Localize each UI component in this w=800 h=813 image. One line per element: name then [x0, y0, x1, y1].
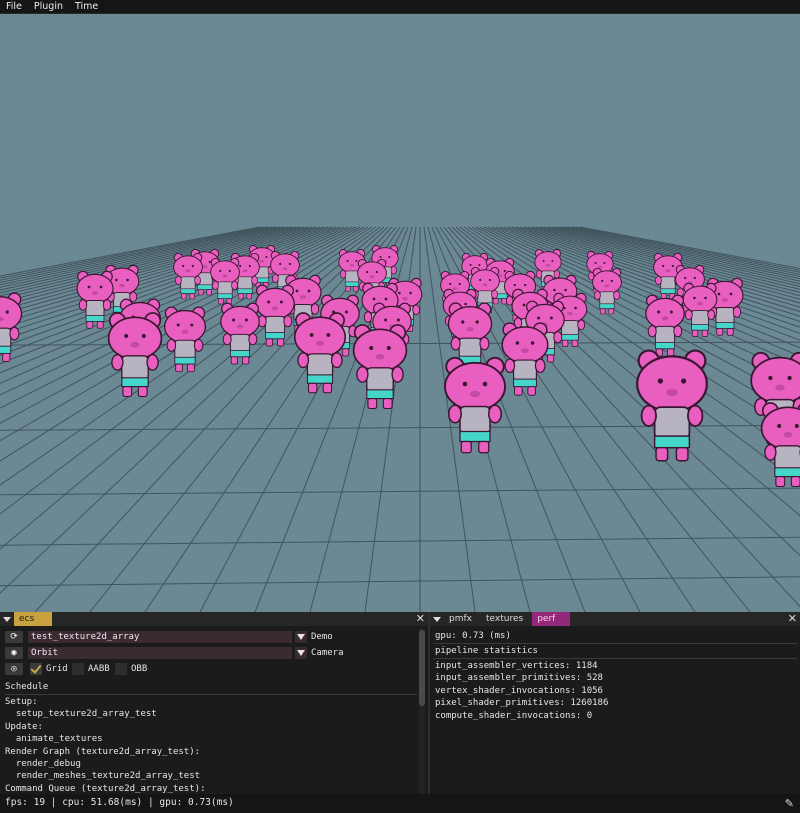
render-viewport[interactable] — [0, 14, 800, 612]
stat-line: pixel_shader_primitives: 1260186 — [435, 698, 609, 708]
camera-icon[interactable]: ◉ — [5, 647, 23, 659]
aabb-checkbox[interactable] — [72, 663, 84, 675]
schedule-line: animate_textures — [5, 734, 103, 744]
menu-bar: File Plugin Time — [0, 0, 800, 14]
status-bar: fps: 19 | cpu: 51.68(ms) | gpu: 0.73(ms)… — [0, 794, 800, 813]
pencil-icon[interactable]: ✎ — [785, 797, 794, 810]
schedule-line: setup_texture2d_array_test — [5, 709, 157, 719]
camera-select[interactable]: Orbit — [28, 647, 292, 659]
demo-label: Demo — [311, 632, 333, 642]
obb-checkbox[interactable] — [115, 663, 127, 675]
tab-menu-icon[interactable] — [430, 612, 444, 626]
tab-ecs[interactable]: ecs — [14, 612, 52, 626]
stat-line: vertex_shader_invocations: 1056 — [435, 686, 603, 696]
schedule-line: Setup: — [5, 697, 38, 707]
chevron-down-icon[interactable] — [295, 631, 307, 643]
scene-canvas — [0, 14, 800, 612]
schedule-heading[interactable]: Schedule — [5, 681, 48, 693]
divider — [433, 643, 797, 644]
tab-textures[interactable]: textures — [481, 612, 528, 626]
ecs-tabbar: ecs ✕ — [0, 612, 428, 626]
refresh-icon[interactable]: ⟳ — [5, 631, 23, 643]
schedule-line: Update: — [5, 722, 43, 732]
grid-label: Grid — [46, 664, 68, 674]
camera-label: Camera — [311, 648, 344, 658]
divider — [5, 694, 417, 695]
eye-icon[interactable]: ◎ — [5, 663, 23, 675]
aabb-label: AABB — [88, 664, 110, 674]
close-icon[interactable]: ✕ — [416, 612, 425, 626]
tab-menu-icon[interactable] — [0, 612, 14, 626]
stat-line: input_assembler_primitives: 528 — [435, 673, 603, 683]
menu-time[interactable]: Time — [69, 0, 104, 13]
status-text: fps: 19 | cpu: 51.68(ms) | gpu: 0.73(ms) — [5, 797, 234, 808]
schedule-line: render_meshes_texture2d_array_test — [5, 771, 201, 781]
gpu-readout: gpu: 0.73 (ms) — [435, 631, 511, 641]
ecs-scrollbar[interactable] — [419, 628, 425, 794]
stat-line: input_assembler_vertices: 1184 — [435, 661, 598, 671]
close-icon[interactable]: ✕ — [788, 612, 797, 626]
perf-tabbar: pmfx textures perf ✕ — [430, 612, 800, 626]
stat-line: compute_shader_invocations: 0 — [435, 711, 593, 721]
grid-checkbox[interactable] — [30, 663, 42, 675]
divider — [433, 658, 797, 659]
obb-label: OBB — [131, 664, 148, 674]
demo-select[interactable]: test_texture2d_array — [28, 631, 292, 643]
menu-plugin[interactable]: Plugin — [28, 0, 69, 13]
schedule-line: Command Queue (texture2d_array_test): — [5, 784, 206, 794]
menu-file[interactable]: File — [0, 0, 28, 13]
pipeline-stats-heading[interactable]: pipeline statistics — [435, 645, 538, 657]
tab-perf[interactable]: perf — [532, 612, 571, 626]
schedule-line: render_debug — [5, 759, 81, 769]
chevron-down-icon[interactable] — [295, 647, 307, 659]
tab-pmfx[interactable]: pmfx — [444, 612, 477, 626]
schedule-line: Render Graph (texture2d_array_test): — [5, 747, 201, 757]
scroll-thumb[interactable] — [419, 630, 425, 706]
